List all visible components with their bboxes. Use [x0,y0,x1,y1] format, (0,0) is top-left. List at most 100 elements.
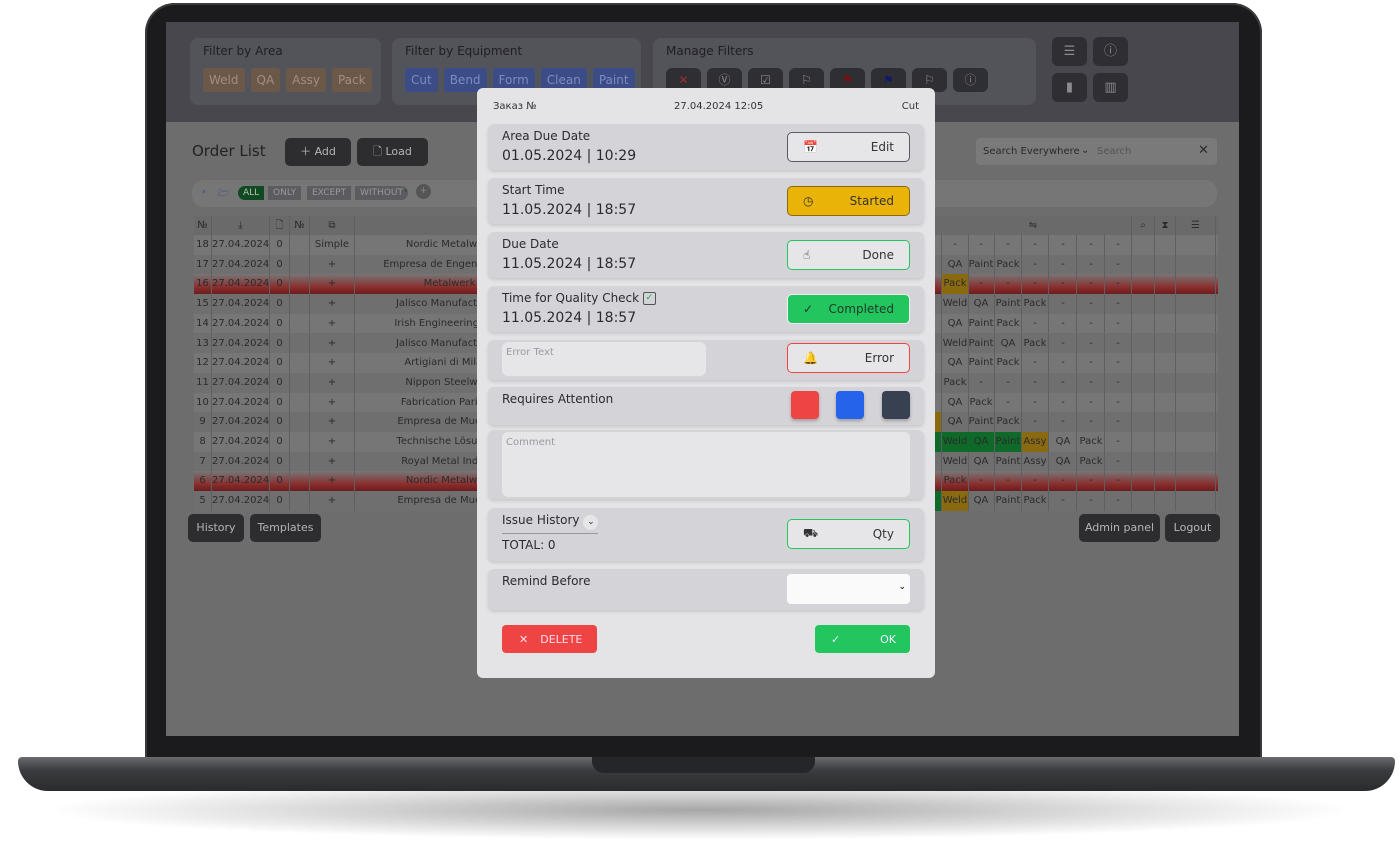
search-icon[interactable]: ⌕ [1132,216,1155,235]
chip-weld[interactable]: Weld [203,68,245,92]
row-type: + [310,294,355,314]
started-button[interactable]: ◷ Started [787,186,910,216]
row-stage: QA [995,333,1022,354]
order-list-title: Order List [192,142,266,160]
manage-filters-title: Manage Filters [666,44,754,58]
row-stage: - [1022,274,1049,295]
error-button[interactable]: 🔔 Error [787,343,910,373]
qty-button[interactable]: ⛟ Qty [787,519,910,549]
row-stage: - [968,235,995,255]
ok-button[interactable]: ✓ OK [815,625,910,653]
templates-button[interactable]: Templates [250,514,321,542]
row-blank [290,392,310,413]
calendar-icon: 📅 [803,140,818,154]
chip-cut[interactable]: Cut [405,68,438,92]
row-date: 27.04.2024 [212,333,270,354]
chip-pack[interactable]: Pack [331,68,372,92]
row-extra [1155,294,1176,314]
ok-label: OK [880,632,896,646]
row-type: + [310,392,355,413]
row-stage: - [1022,412,1049,432]
row-stage: Weld [942,333,969,354]
admin-panel-button[interactable]: Admin panel [1079,514,1160,542]
area-filter-panel: Filter by Area Weld QA Assy Pack [190,38,381,105]
chevron-right-icon[interactable]: › [404,186,408,196]
completed-button[interactable]: ✓ Completed [787,294,910,324]
row-extra [1155,432,1176,452]
info-icon[interactable]: ⓘ [1093,37,1128,66]
remind-before-select[interactable]: ⌄ [787,574,910,604]
clear-search-icon[interactable]: ✕ [1198,143,1209,158]
remind-before-label: Remind Before [502,574,591,588]
row-stage: - [1105,294,1132,314]
order-equipment: Cut [901,101,919,112]
mode-without[interactable]: WITHOUT [355,186,408,200]
number-icon: № [194,216,212,235]
attention-blue-swatch[interactable] [836,391,864,419]
row-extra [1155,392,1176,413]
comment-input[interactable]: Comment [502,432,910,497]
delete-button[interactable]: ✕ DELETE [502,625,597,653]
chip-qa[interactable]: QA [250,68,281,92]
row-blank [290,313,310,334]
row-extra [1155,451,1176,472]
bar-chart-icon[interactable]: ▮ [1052,73,1087,102]
row-stage: Weld [942,294,969,314]
attention-red-swatch[interactable] [791,391,819,419]
load-button[interactable]: 🗋 Load [357,138,428,166]
history-button[interactable]: History [188,514,244,542]
row-date: 27.04.2024 [212,313,270,334]
row-count: 0 [270,254,290,275]
logout-button[interactable]: Logout [1165,514,1220,542]
add-filter-icon[interactable]: + [416,184,431,199]
add-button[interactable]: ＋ Add [285,138,351,166]
row-stage: - [1078,254,1105,275]
row-stage: - [1050,412,1077,432]
sliders-icon[interactable]: ☰ [1052,37,1087,66]
mode-all[interactable]: ALL [238,186,265,200]
notes-icon[interactable]: ☰ [1176,216,1216,235]
file-icon: 🗋 [270,216,290,235]
issue-history-toggle[interactable]: Issue History ⌄ [502,513,599,534]
row-blank [290,491,310,511]
chip-assy[interactable]: Assy [286,68,326,92]
row-type: + [310,432,355,452]
row-stage: Paint [968,412,995,432]
row-date: 27.04.2024 [212,491,270,511]
row-stage: - [1050,333,1077,354]
order-number-label: Заказ № [493,101,537,112]
row-extra [1176,333,1216,354]
hourglass-icon[interactable]: ⧗ [1155,216,1176,235]
row-date: 27.04.2024 [212,254,270,275]
row-date: 27.04.2024 [212,392,270,413]
row-type: Simple [310,235,355,255]
error-text-input[interactable]: Error Text [502,342,706,376]
attention-dark-swatch[interactable] [882,391,910,419]
mode-except[interactable]: EXCEPT [307,186,352,200]
chevron-right-icon[interactable]: › [202,187,206,197]
row-date: 27.04.2024 [212,451,270,472]
edit-button[interactable]: 📅 Edit [787,132,910,162]
row-stage: - [1105,412,1132,432]
search-scope-select[interactable]: Search Everywhere [983,146,1080,157]
folder-icon[interactable]: 🗁 [218,186,229,202]
row-extra [1132,294,1155,314]
row-extra [1176,294,1216,314]
done-button[interactable]: ☝ Done [787,240,910,270]
alert-circle-icon[interactable]: ⓘ [953,68,988,92]
column-chart-icon[interactable]: ▥ [1093,73,1128,102]
row-extra [1176,254,1216,275]
row-stage: - [1022,372,1049,393]
row-stage: QA [942,254,969,275]
quality-check-checkbox[interactable]: ✓ [642,292,656,305]
chevron-down-icon[interactable]: ⌄ [583,515,599,530]
row-stage: - [968,274,995,295]
search-input[interactable]: Search [1097,146,1131,157]
mode-only[interactable]: ONLY [268,186,302,200]
row-blank [290,294,310,314]
row-stage: QA [1050,451,1077,472]
hand-pointer-icon: ☝ [803,248,811,262]
row-stage: QA [968,491,995,511]
row-stage: Pack [1022,491,1049,511]
row-extra [1132,451,1155,472]
